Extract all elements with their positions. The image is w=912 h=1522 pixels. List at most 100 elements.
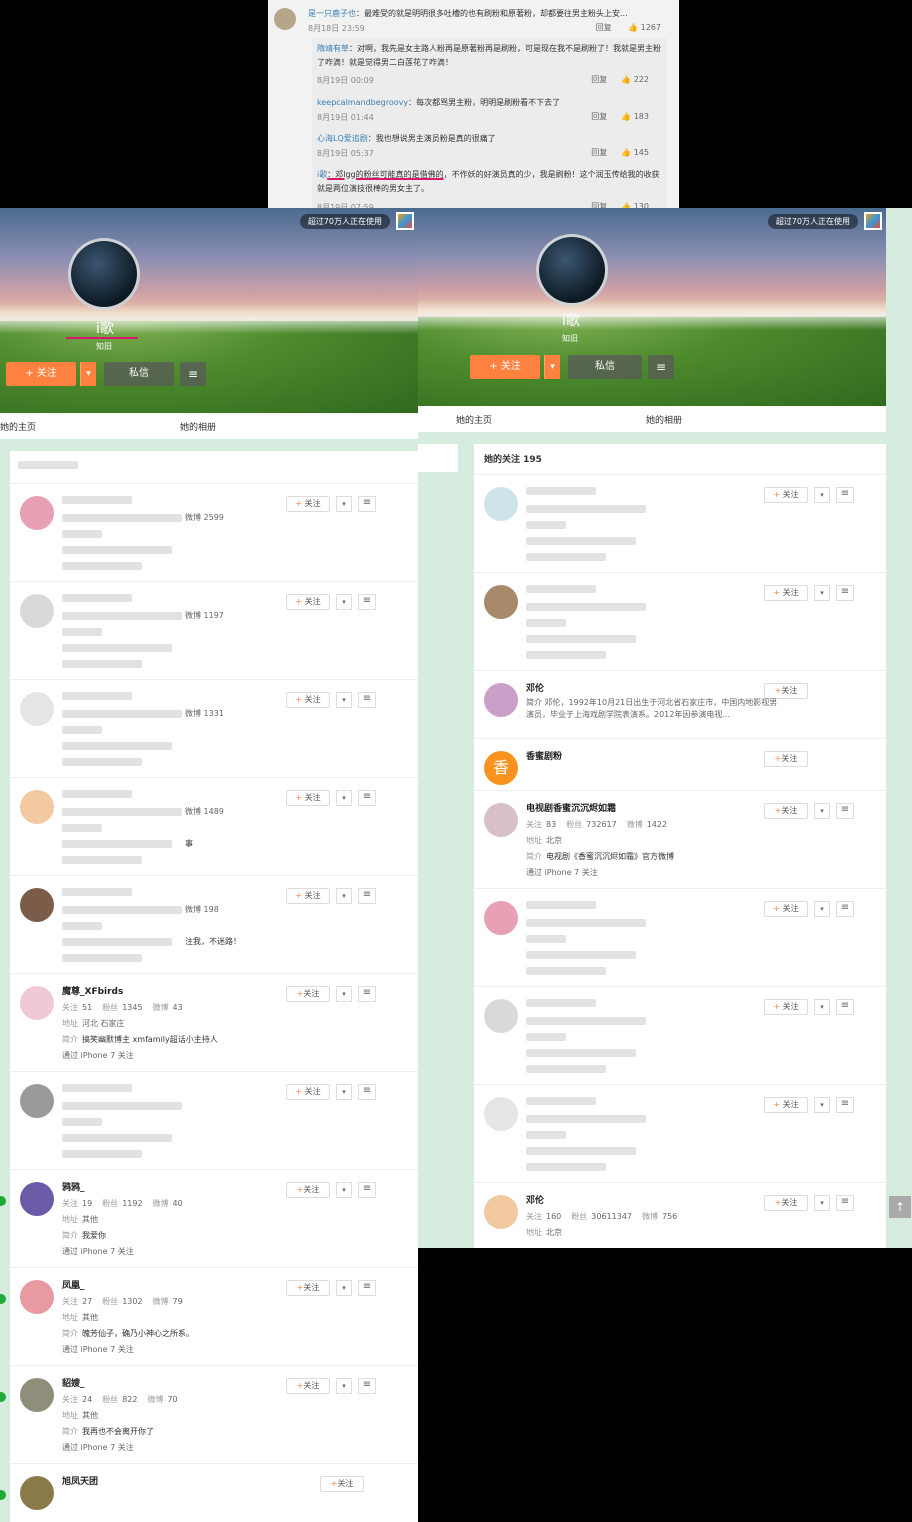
user-name[interactable]: 旭凤天团 bbox=[62, 1474, 98, 1487]
fans-count[interactable]: 1302 bbox=[122, 1297, 142, 1306]
user-avatar[interactable] bbox=[20, 986, 54, 1020]
reply-username[interactable]: keepcalmandbegroovy bbox=[317, 98, 408, 107]
user-name[interactable]: 邓伦 bbox=[526, 1193, 544, 1206]
follow-dropdown[interactable]: ▾ bbox=[336, 594, 352, 610]
commenter-avatar[interactable] bbox=[274, 8, 296, 30]
more-menu-button[interactable]: ≡ bbox=[358, 1280, 376, 1296]
user-name[interactable]: 香蜜剧粉 bbox=[526, 749, 562, 762]
more-menu-button[interactable]: ≡ bbox=[358, 496, 376, 512]
reply-link[interactable]: 回复 bbox=[591, 112, 607, 121]
user-avatar[interactable] bbox=[484, 901, 518, 935]
reply-link[interactable]: 回复 bbox=[591, 75, 607, 84]
follow-dropdown[interactable]: ▾ bbox=[336, 888, 352, 904]
user-name[interactable]: 电视剧香蜜沉沉烬如霜 bbox=[526, 801, 616, 814]
weibo-count[interactable]: 43 bbox=[173, 1003, 183, 1012]
user-avatar[interactable] bbox=[20, 1280, 54, 1314]
reply-link[interactable]: 回复 bbox=[596, 23, 612, 32]
comment-username[interactable]: 是一只鹿子也 bbox=[308, 9, 356, 18]
more-menu-button[interactable]: ≡ bbox=[358, 1182, 376, 1198]
user-name[interactable]: 邓伦 bbox=[526, 681, 544, 694]
follow-dropdown[interactable]: ▾ bbox=[814, 1195, 830, 1211]
follow-count[interactable]: 160 bbox=[546, 1212, 561, 1221]
user-avatar[interactable] bbox=[20, 1084, 54, 1118]
user-avatar[interactable] bbox=[20, 496, 54, 530]
follow-dropdown[interactable]: ▾ bbox=[814, 999, 830, 1015]
more-menu-button[interactable]: ≡ bbox=[358, 888, 376, 904]
fans-count[interactable]: 732617 bbox=[586, 820, 617, 829]
more-menu-button[interactable]: ≡ bbox=[358, 1378, 376, 1394]
user-name[interactable]: 鸦鸦_ bbox=[62, 1180, 85, 1193]
user-avatar[interactable]: 香 bbox=[484, 751, 518, 785]
like-icon[interactable]: 👍 bbox=[621, 112, 631, 121]
follow-button[interactable]: +关注 bbox=[286, 1378, 330, 1394]
follow-count[interactable]: 27 bbox=[82, 1297, 92, 1306]
usage-badge[interactable]: 超过70万人正在使用 bbox=[767, 214, 858, 229]
user-avatar[interactable] bbox=[484, 1195, 518, 1229]
follow-dropdown[interactable]: ▾ bbox=[336, 1182, 352, 1198]
follow-count[interactable]: 24 bbox=[82, 1395, 92, 1404]
follow-button[interactable]: + 关注 bbox=[764, 901, 808, 917]
more-menu-button[interactable]: ≡ bbox=[836, 487, 854, 503]
user-avatar[interactable] bbox=[20, 790, 54, 824]
back-to-top-button[interactable]: ↑ bbox=[889, 1196, 911, 1218]
follow-button[interactable]: + 关注 bbox=[764, 585, 808, 601]
tab-home[interactable]: 她的主页 bbox=[0, 420, 36, 433]
follow-button[interactable]: +关注 bbox=[286, 1182, 330, 1198]
weibo-count[interactable]: 40 bbox=[173, 1199, 183, 1208]
follow-button[interactable]: + 关注 bbox=[470, 355, 540, 379]
user-avatar[interactable] bbox=[20, 1182, 54, 1216]
profile-avatar[interactable] bbox=[68, 238, 140, 310]
follow-button[interactable]: + 关注 bbox=[286, 594, 330, 610]
profile-avatar[interactable] bbox=[536, 234, 608, 306]
follow-button[interactable]: + 关注 bbox=[286, 496, 330, 512]
follow-dropdown[interactable]: ▾ bbox=[336, 986, 352, 1002]
more-menu-button[interactable]: ≡ bbox=[836, 803, 854, 819]
follow-dropdown[interactable]: ▾ bbox=[336, 692, 352, 708]
message-button[interactable]: 私信 bbox=[568, 355, 642, 379]
weibo-count[interactable]: 1422 bbox=[647, 820, 667, 829]
follow-dropdown[interactable]: ▾ bbox=[80, 362, 96, 386]
weibo-count[interactable]: 79 bbox=[173, 1297, 183, 1306]
more-menu-button[interactable]: ≡ bbox=[358, 594, 376, 610]
like-icon[interactable]: 👍 bbox=[621, 148, 631, 157]
reply-link[interactable]: 回复 bbox=[591, 148, 607, 157]
follow-dropdown[interactable]: ▾ bbox=[336, 790, 352, 806]
fans-count[interactable]: 1192 bbox=[122, 1199, 142, 1208]
follow-button[interactable]: + 关注 bbox=[286, 692, 330, 708]
fans-count[interactable]: 30611347 bbox=[591, 1212, 632, 1221]
skin-icon[interactable] bbox=[864, 212, 882, 230]
tab-home[interactable]: 她的主页 bbox=[456, 413, 492, 426]
follow-dropdown[interactable]: ▾ bbox=[336, 496, 352, 512]
reply-username[interactable]: i歌 bbox=[317, 170, 327, 179]
follow-button[interactable]: +关注 bbox=[286, 1280, 330, 1296]
follow-dropdown[interactable]: ▾ bbox=[336, 1280, 352, 1296]
follow-button[interactable]: +关注 bbox=[764, 751, 808, 767]
follow-button[interactable]: + 关注 bbox=[286, 1084, 330, 1100]
more-menu-button[interactable]: ≡ bbox=[836, 585, 854, 601]
user-avatar[interactable] bbox=[484, 683, 518, 717]
follow-dropdown[interactable]: ▾ bbox=[814, 487, 830, 503]
follow-button[interactable]: +关注 bbox=[764, 1195, 808, 1211]
user-avatar[interactable] bbox=[484, 999, 518, 1033]
follow-button[interactable]: + 关注 bbox=[764, 999, 808, 1015]
user-name[interactable]: 貂嫂_ bbox=[62, 1376, 85, 1389]
weibo-count[interactable]: 756 bbox=[662, 1212, 677, 1221]
more-menu-button[interactable]: ≡ bbox=[836, 1195, 854, 1211]
user-avatar[interactable] bbox=[484, 487, 518, 521]
user-avatar[interactable] bbox=[20, 692, 54, 726]
follow-button[interactable]: + 关注 bbox=[6, 362, 76, 386]
message-button[interactable]: 私信 bbox=[104, 362, 174, 386]
more-menu-button[interactable]: ≡ bbox=[358, 1084, 376, 1100]
follow-dropdown[interactable]: ▾ bbox=[336, 1084, 352, 1100]
usage-badge[interactable]: 超过70万人正在使用 bbox=[299, 214, 390, 229]
weibo-count[interactable]: 70 bbox=[167, 1395, 177, 1404]
more-menu-button[interactable]: ≡ bbox=[180, 362, 206, 386]
follow-button[interactable]: +关注 bbox=[286, 986, 330, 1002]
more-menu-button[interactable]: ≡ bbox=[358, 986, 376, 1002]
user-name[interactable]: 凤凰_ bbox=[62, 1278, 85, 1291]
user-avatar[interactable] bbox=[484, 585, 518, 619]
user-avatar[interactable] bbox=[20, 1476, 54, 1510]
follow-button[interactable]: +关注 bbox=[764, 803, 808, 819]
more-menu-button[interactable]: ≡ bbox=[836, 1097, 854, 1113]
follow-button[interactable]: + 关注 bbox=[286, 790, 330, 806]
